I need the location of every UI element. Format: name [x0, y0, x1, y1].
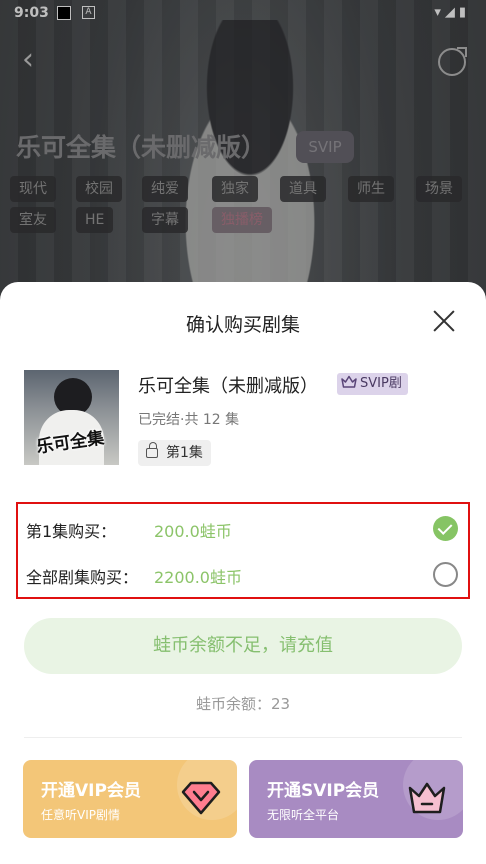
cover-image: 乐可全集	[24, 370, 119, 465]
option-label: 第1集购买：	[26, 522, 117, 541]
option-single-episode[interactable]: 第1集购买： 200.0蛙币	[26, 516, 462, 546]
purchase-sheet: 确认购买剧集 乐可全集 乐可全集（未删减版） SVIP剧 已完结·共 12 集 …	[0, 282, 486, 864]
recharge-button[interactable]: 蛙币余额不足，请充值	[24, 618, 462, 674]
sheet-title: 确认购买剧集	[185, 314, 300, 336]
crown-icon	[341, 375, 357, 388]
svip-crown-icon	[408, 782, 446, 814]
radio-unchecked-icon[interactable]	[433, 562, 458, 587]
promo-subtitle: 无限听全平台	[267, 808, 340, 822]
promo-title: 开通SVIP会员	[267, 781, 380, 801]
option-price: 200.0蛙币	[154, 522, 232, 541]
vip-diamond-icon	[181, 781, 221, 815]
purchase-options: 第1集购买： 200.0蛙币 全部剧集购买： 2200.0蛙币	[16, 502, 470, 599]
radio-checked-icon[interactable]	[433, 516, 458, 541]
vip-promo-button[interactable]: 开通VIP会员 任意听VIP剧情	[23, 760, 237, 838]
svip-badge: SVIP剧	[337, 373, 408, 395]
item-title: 乐可全集（未删减版）	[138, 376, 318, 397]
svip-badge-label: SVIP剧	[360, 376, 402, 391]
lock-icon	[146, 442, 158, 458]
coin-balance: 蛙币余额：23	[195, 695, 291, 713]
promo-title: 开通VIP会员	[41, 781, 141, 801]
svip-promo-button[interactable]: 开通SVIP会员 无限听全平台	[249, 760, 463, 838]
promo-subtitle: 任意听VIP剧情	[41, 808, 120, 822]
option-price: 2200.0蛙币	[154, 568, 242, 587]
episode-chip-label: 第1集	[166, 445, 203, 461]
episode-chip: 第1集	[138, 440, 211, 466]
option-label: 全部剧集购买：	[26, 568, 139, 587]
item-meta: 已完结·共 12 集	[138, 412, 240, 428]
close-icon[interactable]	[432, 309, 456, 333]
option-all-episodes[interactable]: 全部剧集购买： 2200.0蛙币	[26, 562, 462, 592]
divider	[24, 737, 462, 738]
